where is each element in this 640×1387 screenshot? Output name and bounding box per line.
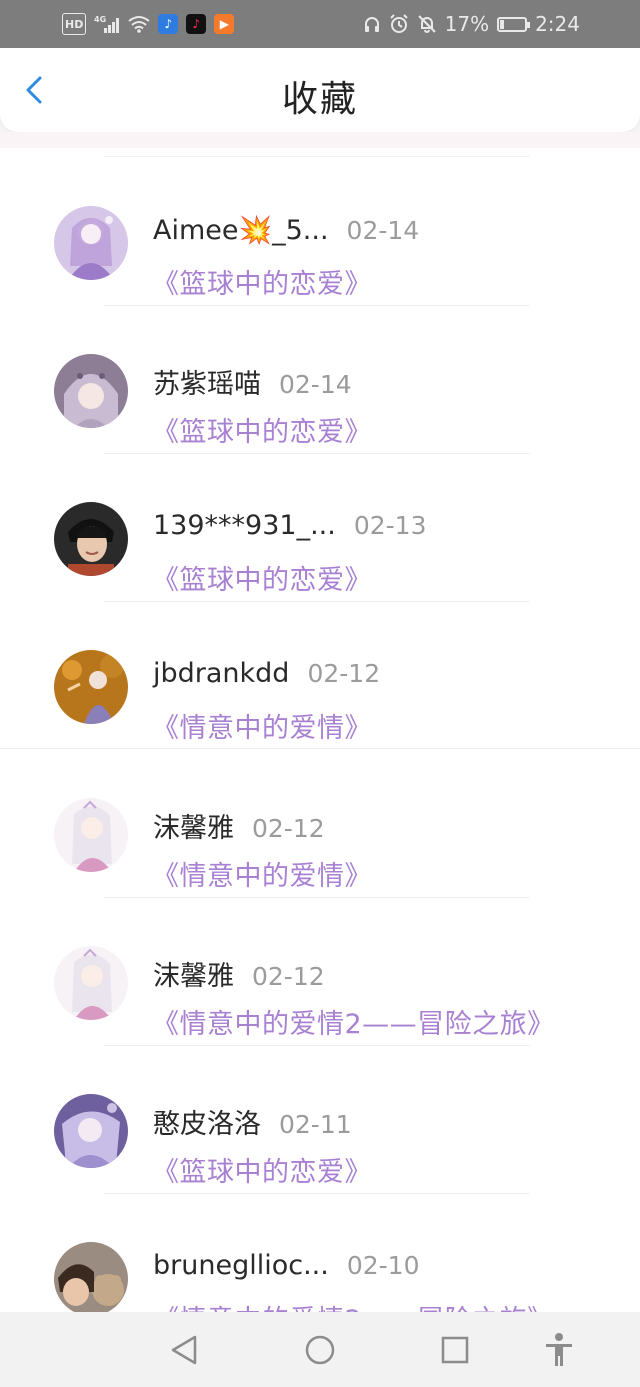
alarm-icon	[389, 13, 409, 35]
story-title-link[interactable]: 《篮球中的恋爱》	[152, 558, 372, 597]
date: 02-10	[346, 1251, 420, 1280]
user-name[interactable]: brunegllioc...	[153, 1250, 329, 1281]
hd-icon: HD	[62, 13, 87, 35]
tiktok-app-icon: ♪	[186, 14, 207, 34]
story-title-link[interactable]: 《篮球中的恋爱》	[152, 262, 372, 301]
name-row: 139***931_... 02-13	[153, 510, 426, 541]
avatar[interactable]	[54, 1094, 128, 1168]
avatar[interactable]	[54, 946, 128, 1020]
story-title-link[interactable]: 《篮球中的恋爱》	[152, 410, 372, 449]
avatar[interactable]	[54, 502, 128, 576]
square-recents-icon	[441, 1336, 469, 1364]
svg-text:4G: 4G	[94, 15, 106, 24]
battery-percent: 17%	[444, 12, 490, 36]
story-title-link[interactable]: 《情意中的爱情》	[152, 854, 372, 893]
story-title-link[interactable]: 《情意中的爱情》	[152, 706, 372, 745]
date: 02-12	[252, 962, 325, 991]
list-item[interactable]: 憨皮洛洛 02-11 《篮球中的恋爱》	[0, 1046, 640, 1194]
header-shadow	[0, 132, 640, 148]
user-name[interactable]: Aimee💥_5...	[153, 214, 329, 246]
name-row: Aimee💥_5... 02-14	[153, 214, 419, 246]
list-item[interactable]: 沫馨雅 02-12 《情意中的爱情》	[0, 750, 640, 898]
date: 02-13	[353, 511, 427, 540]
user-name[interactable]: 沫馨雅	[153, 954, 234, 993]
date: 02-12	[252, 814, 325, 843]
story-title-link[interactable]: 《情意中的爱情2——冒险之旅》	[152, 1002, 555, 1041]
list-item[interactable]: 苏紫瑶喵 02-14 《篮球中的恋爱》	[0, 306, 640, 454]
wifi-icon	[128, 13, 150, 35]
divider	[0, 748, 640, 749]
avatar[interactable]	[54, 650, 128, 724]
name-row: 沫馨雅 02-12	[153, 806, 325, 845]
nav-home-button[interactable]	[302, 1332, 338, 1368]
list-item[interactable]: brunegllioc... 02-10 《情意中的爱情2——冒险之旅》	[0, 1194, 640, 1312]
name-row: 沫馨雅 02-12	[153, 954, 325, 993]
date: 02-11	[279, 1110, 352, 1139]
avatar[interactable]	[54, 206, 128, 280]
name-row: brunegllioc... 02-10	[153, 1250, 420, 1281]
list-item[interactable]: Aimee💥_5... 02-14 《篮球中的恋爱》	[0, 158, 640, 306]
name-row: 苏紫瑶喵 02-14	[153, 362, 352, 401]
user-name[interactable]: 沫馨雅	[153, 806, 234, 845]
name-row: 憨皮洛洛 02-11	[153, 1102, 352, 1141]
list-item[interactable]: jbdrankdd 02-12 《情意中的爱情》	[0, 602, 640, 750]
list-item[interactable]: 沫馨雅 02-12 《情意中的爱情2——冒险之旅》	[0, 898, 640, 1046]
list-item[interactable]: 139***931_... 02-13 《篮球中的恋爱》	[0, 454, 640, 602]
accessibility-button[interactable]	[541, 1332, 577, 1368]
video-app-icon: ▶	[214, 14, 235, 34]
story-title-link[interactable]: 《情意中的爱情2——冒险之旅》	[152, 1298, 555, 1312]
status-left: HD 4G ♪ ♪ ▶	[62, 13, 235, 35]
avatar[interactable]	[54, 798, 128, 872]
page-title: 收藏	[281, 79, 358, 120]
date: 02-14	[346, 216, 420, 245]
battery-icon	[497, 16, 531, 32]
user-name[interactable]: 憨皮洛洛	[153, 1102, 261, 1141]
nav-recents-button[interactable]	[437, 1332, 473, 1368]
user-name[interactable]: 139***931_...	[153, 510, 336, 541]
circle-home-icon	[305, 1335, 335, 1365]
user-name[interactable]: 苏紫瑶喵	[153, 362, 261, 401]
mute-bell-icon	[417, 13, 437, 35]
name-row: jbdrankdd 02-12	[153, 658, 380, 689]
status-bar: HD 4G ♪ ♪ ▶ 17% 2:24	[0, 0, 640, 48]
divider	[104, 156, 530, 157]
clock: 2:24	[535, 12, 580, 36]
triangle-back-icon	[171, 1335, 197, 1365]
favorites-list[interactable]: Aimee💥_5... 02-14 《篮球中的恋爱》 苏紫瑶喵 02-14 《篮…	[0, 148, 640, 1312]
avatar[interactable]	[54, 1242, 128, 1312]
date: 02-12	[307, 659, 381, 688]
accessibility-icon	[546, 1333, 572, 1366]
music-app-icon: ♪	[158, 14, 179, 34]
system-nav-bar	[0, 1312, 640, 1387]
status-right: 17% 2:24	[363, 12, 580, 36]
nav-back-button[interactable]	[166, 1332, 202, 1368]
story-title-link[interactable]: 《篮球中的恋爱》	[152, 1150, 372, 1189]
headphones-icon	[363, 13, 381, 35]
date: 02-14	[279, 370, 352, 399]
user-name[interactable]: jbdrankdd	[153, 658, 289, 689]
avatar[interactable]	[54, 354, 128, 428]
signal-icon: 4G	[94, 13, 120, 35]
header: 收藏	[0, 48, 640, 132]
